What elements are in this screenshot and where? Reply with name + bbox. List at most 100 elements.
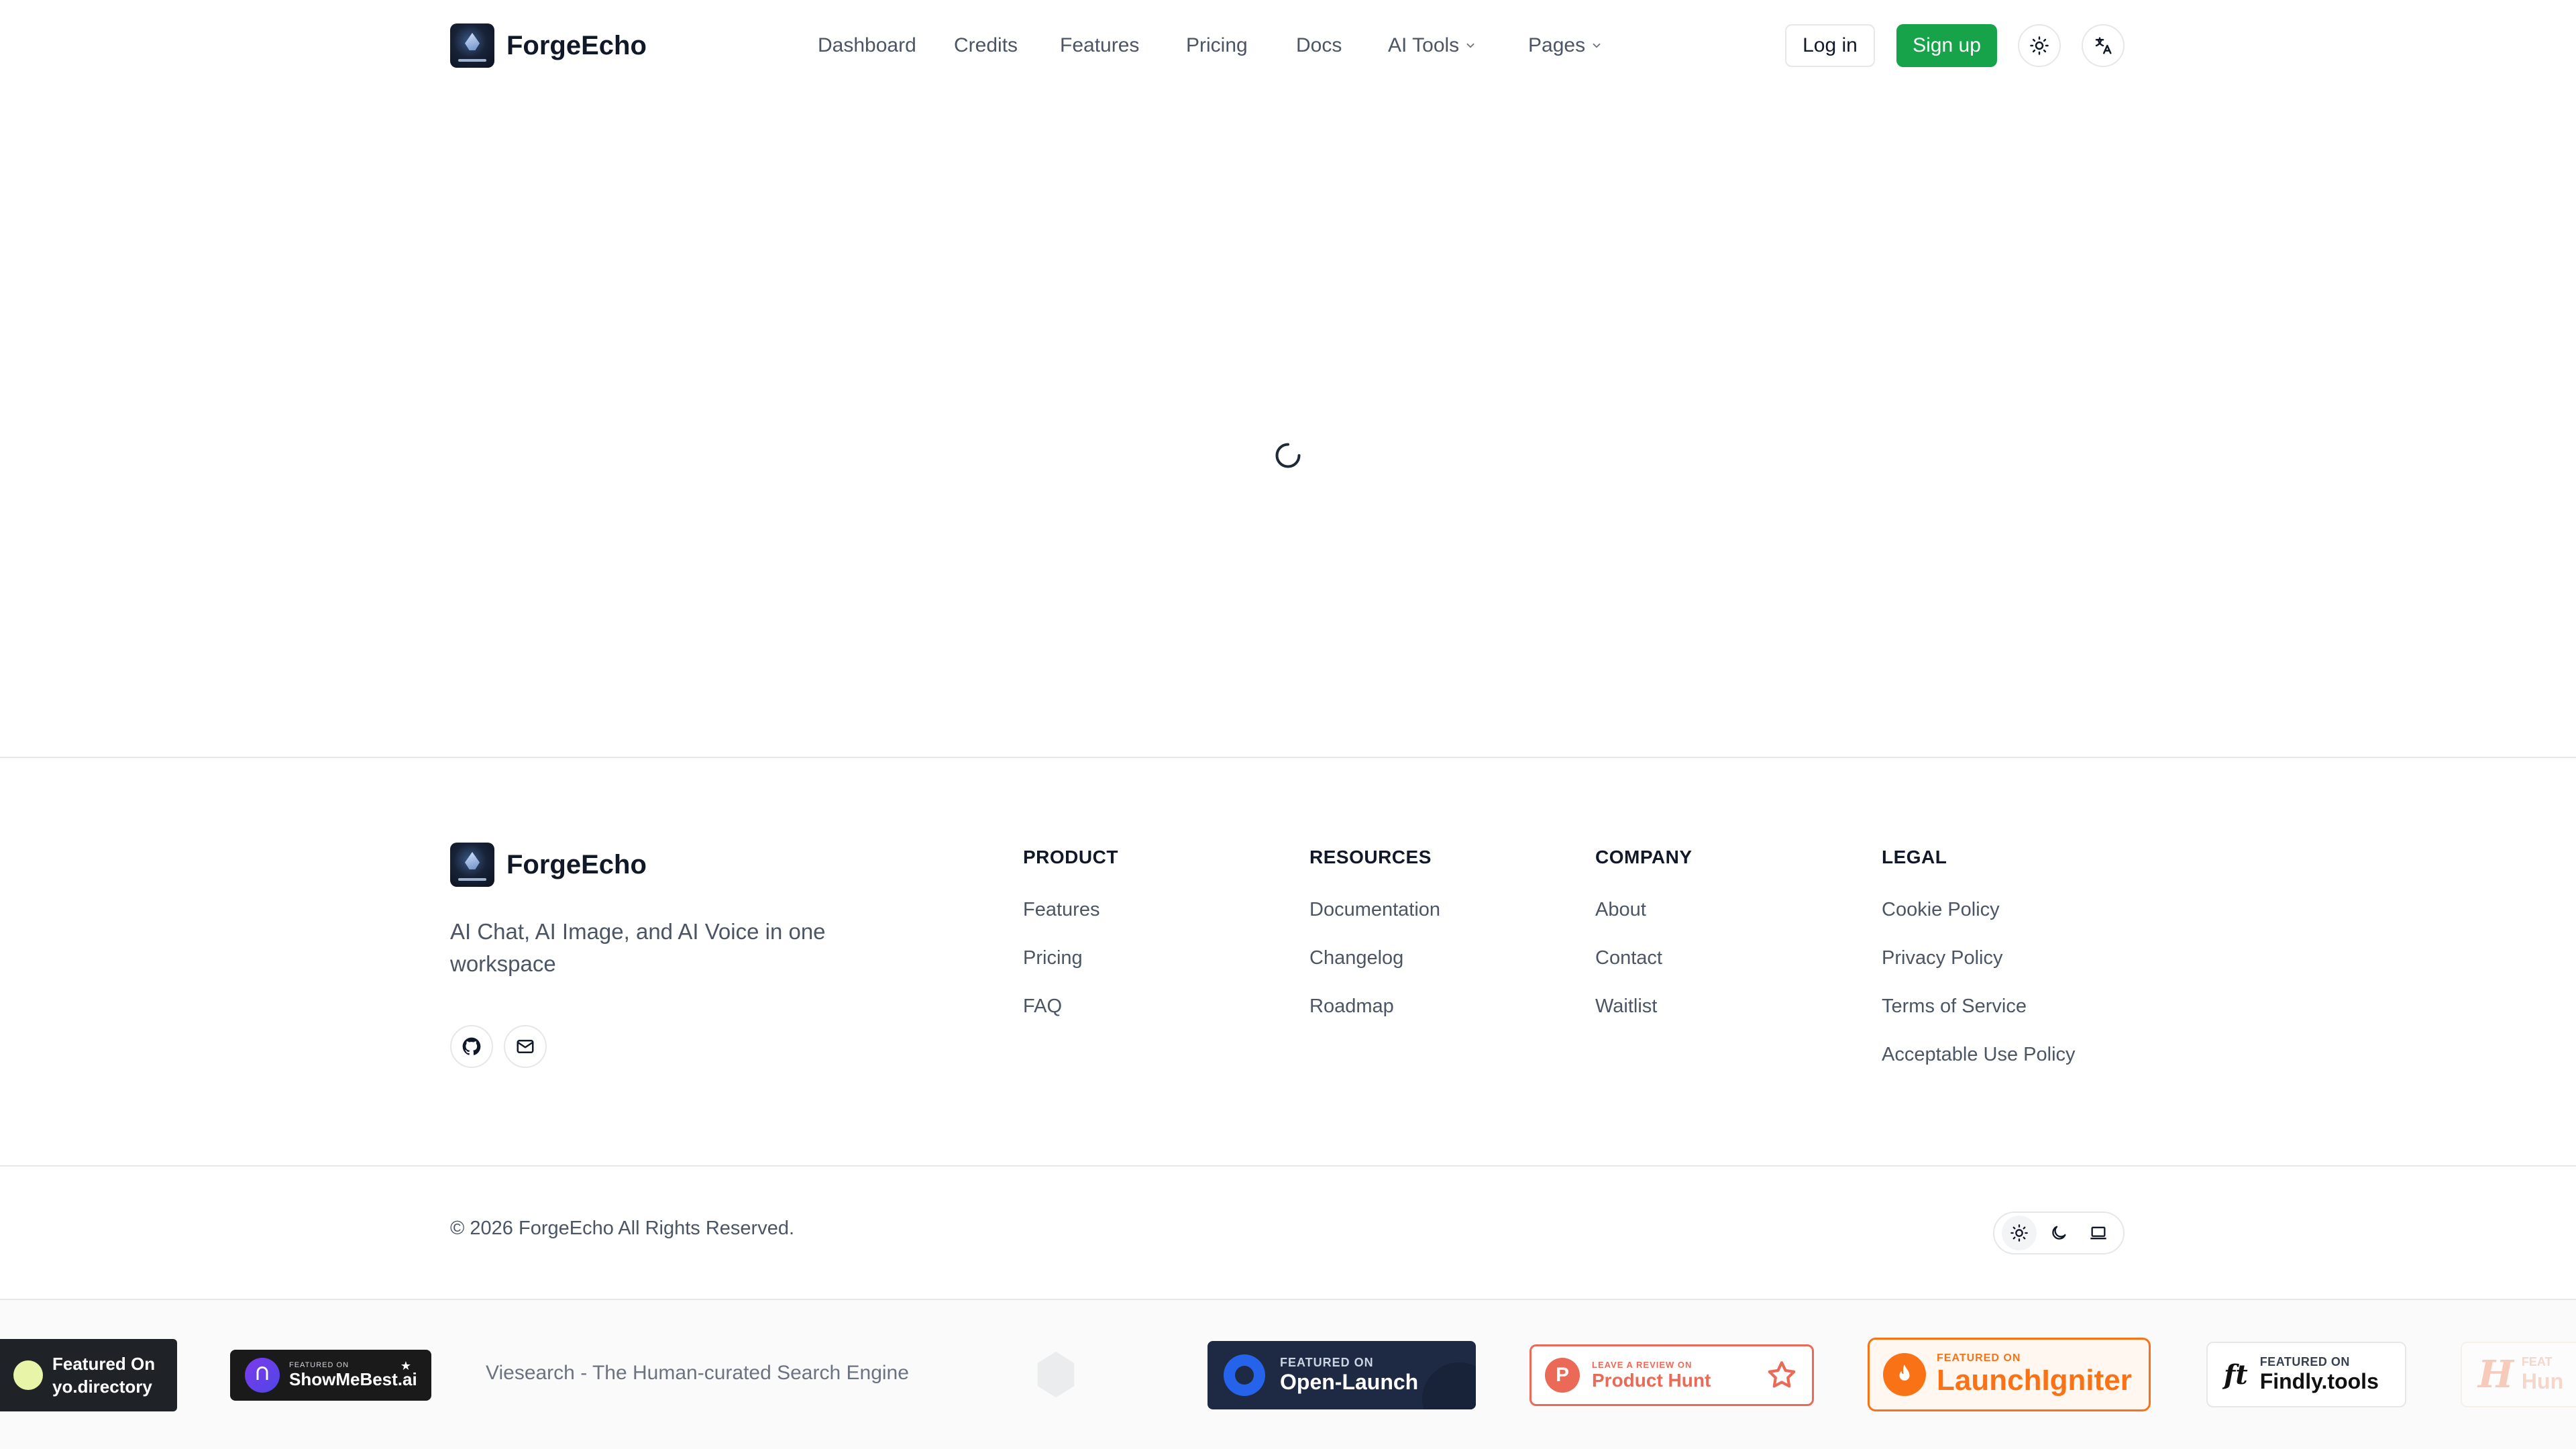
badge-small-label: FEAT	[2521, 1355, 2553, 1368]
badge-label: Findly.tools	[2259, 1369, 2379, 1393]
nav-label: Pricing	[1186, 34, 1248, 56]
badge-label: yo.directory	[52, 1377, 152, 1397]
nav-pricing[interactable]: Pricing	[1186, 27, 1248, 64]
findly-logo: ft	[2224, 1358, 2248, 1391]
badge-small-label: FEATURED ON	[289, 1360, 350, 1369]
footer-tagline: AI Chat, AI Image, and AI Voice in one w…	[450, 919, 826, 976]
nav-label: AI Tools	[1388, 34, 1460, 56]
spinner-icon	[1275, 443, 1301, 468]
main-content	[0, 91, 2576, 757]
badge-label: Featured On	[52, 1354, 156, 1374]
showmebest-badge[interactable]: FEATURED ON ShowMeBest.ai ★	[230, 1350, 431, 1401]
footer-link-acceptable-use[interactable]: Acceptable Use Policy	[1882, 1044, 2076, 1071]
featured-badges-strip: Featured On yo.directory FEATURED ON Sho…	[0, 1300, 2576, 1449]
language-button[interactable]	[2082, 24, 2125, 67]
footer-link-privacy-policy[interactable]: Privacy Policy	[1882, 947, 2076, 974]
partial-badge[interactable]: H FEAT Hun	[2461, 1342, 2576, 1407]
footer-link-pricing[interactable]: Pricing	[1023, 947, 1118, 974]
badge-small-label: FEATURED ON	[2259, 1355, 2350, 1368]
nav-label: Pages	[1528, 34, 1586, 56]
signup-button[interactable]: Sign up	[1896, 24, 1997, 67]
laptop-icon	[2090, 1226, 2106, 1240]
footer-link-waitlist[interactable]: Waitlist	[1595, 996, 1693, 1022]
badge-label: Product Hunt	[1592, 1369, 1711, 1391]
badge-label: LaunchIgniter	[1937, 1364, 2132, 1397]
footer-link-changelog[interactable]: Changelog	[1309, 947, 1440, 974]
star-icon: ★	[400, 1359, 411, 1373]
nav-label: Docs	[1296, 34, 1342, 56]
yo-directory-badge[interactable]: Featured On yo.directory	[0, 1339, 177, 1411]
badge-decoration	[1422, 1362, 1476, 1409]
translate-icon	[2095, 37, 2112, 54]
footer-brand-name: ForgeEcho	[506, 849, 647, 879]
findly-tools-badge[interactable]: ft FEATURED ON Findly.tools	[2206, 1342, 2406, 1407]
footer-link-faq[interactable]: FAQ	[1023, 996, 1118, 1022]
login-button[interactable]: Log in	[1785, 24, 1875, 67]
product-hunt-badge[interactable]: P LEAVE A REVIEW ON Product Hunt	[1529, 1344, 1814, 1406]
open-launch-badge[interactable]: FEATURED ON Open-Launch	[1208, 1341, 1476, 1409]
faded-logo-icon	[1028, 1347, 1083, 1402]
nav-label: Dashboard	[818, 34, 916, 56]
product-hunt-logo: P	[1545, 1358, 1580, 1393]
nav-docs[interactable]: Docs	[1296, 27, 1342, 64]
footer-link-contact[interactable]: Contact	[1595, 947, 1693, 974]
nav-ai-tools[interactable]: AI Tools	[1388, 27, 1477, 64]
badge-label: Hun	[2521, 1369, 2564, 1393]
theme-system-option[interactable]	[2081, 1216, 2116, 1250]
main-nav: Dashboard Credits Features Pricing Docs …	[0, 27, 2576, 64]
badge-small-label: FEATURED ON	[1937, 1352, 2021, 1364]
footer-col-title: RESOURCES	[1309, 847, 1432, 867]
sun-icon	[2030, 36, 2049, 55]
n-shape-icon	[256, 1366, 268, 1380]
footer-link-about[interactable]: About	[1595, 899, 1693, 926]
nav-label: Credits	[954, 34, 1018, 56]
nav-credits[interactable]: Credits	[954, 27, 1018, 64]
theme-light-option[interactable]	[2002, 1216, 2037, 1250]
footer-link-terms[interactable]: Terms of Service	[1882, 996, 2076, 1022]
github-icon	[462, 1037, 481, 1055]
footer-link-roadmap[interactable]: Roadmap	[1309, 996, 1440, 1022]
badge-label: ShowMeBest.ai	[289, 1368, 417, 1389]
viesearch-link[interactable]: Viesearch - The Human-curated Search Eng…	[486, 1362, 909, 1385]
sun-icon	[2010, 1224, 2029, 1242]
star-outline-icon	[1768, 1361, 1796, 1388]
badge-small-label: FEATURED ON	[1280, 1356, 1374, 1369]
footer-col-company: COMPANY About Contact Waitlist	[1595, 847, 1693, 1022]
nav-label: Features	[1060, 34, 1140, 56]
theme-toggle-button[interactable]	[2018, 24, 2061, 67]
moon-icon	[2052, 1226, 2066, 1240]
footer-col-legal: LEGAL Cookie Policy Privacy Policy Terms…	[1882, 847, 2076, 1071]
copyright-text: © 2026 ForgeEcho All Rights Reserved.	[450, 1218, 795, 1239]
launchigniter-badge[interactable]: FEATURED ON LaunchIgniter	[1868, 1338, 2151, 1411]
footer-col-title: LEGAL	[1882, 847, 1947, 867]
nav-features[interactable]: Features	[1060, 27, 1139, 64]
chevron-down-icon	[1593, 43, 1601, 48]
flame-icon	[1883, 1353, 1926, 1396]
chevron-down-icon	[1466, 43, 1474, 48]
footer-divider	[0, 757, 2576, 758]
yo-directory-logo	[13, 1360, 43, 1390]
footer-col-resources: RESOURCES Documentation Changelog Roadma…	[1309, 847, 1440, 1022]
nav-pages[interactable]: Pages	[1528, 27, 1603, 64]
showmebest-logo	[245, 1358, 280, 1393]
footer-divider	[0, 1165, 2576, 1167]
forgeecho-logo	[450, 843, 494, 887]
theme-switcher	[1993, 1212, 2125, 1254]
footer-col-title: PRODUCT	[1023, 847, 1118, 867]
badge-small-label: LEAVE A REVIEW ON	[1592, 1359, 1693, 1370]
github-link[interactable]	[450, 1025, 493, 1068]
footer-col-product: PRODUCT Features Pricing FAQ	[1023, 847, 1118, 1022]
theme-dark-option[interactable]	[2041, 1216, 2076, 1250]
mail-icon	[517, 1040, 534, 1053]
badge-label: Open-Launch	[1280, 1370, 1419, 1394]
email-link[interactable]	[504, 1025, 547, 1068]
footer-link-features[interactable]: Features	[1023, 899, 1118, 926]
open-launch-logo	[1224, 1354, 1265, 1396]
footer-brand-link[interactable]: ForgeEcho	[450, 843, 647, 887]
footer-link-documentation[interactable]: Documentation	[1309, 899, 1440, 926]
footer-col-title: COMPANY	[1595, 847, 1693, 867]
nav-dashboard[interactable]: Dashboard	[818, 27, 916, 64]
site-header: ForgeEcho Dashboard Credits Features Pri…	[0, 0, 2576, 91]
footer-link-cookie-policy[interactable]: Cookie Policy	[1882, 899, 2076, 926]
h-logo-icon: H	[2478, 1352, 2514, 1397]
